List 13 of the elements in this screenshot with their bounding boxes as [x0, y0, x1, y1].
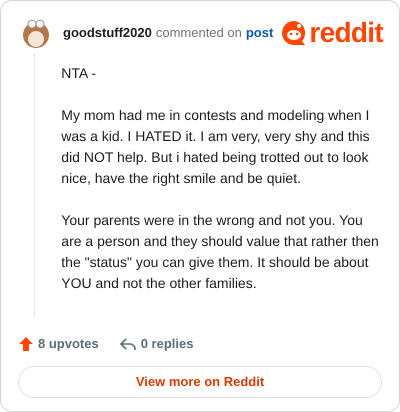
- view-more-button[interactable]: View more on Reddit: [18, 366, 382, 398]
- comment-paragraph: NTA -: [61, 64, 98, 83]
- action-text: commented on: [156, 24, 242, 42]
- reply-arrow-icon[interactable]: [118, 336, 137, 352]
- upvote-count: 8 upvotes: [38, 335, 99, 353]
- reply-count: 0 replies: [140, 335, 194, 353]
- alien-logo-icon: [281, 20, 308, 46]
- author-name[interactable]: goodstuff2020: [63, 23, 152, 43]
- comment-paragraph: Your parents were in the wrong and not you. You are a person and they should value that rather then the "status" you can give them. It should be about YOU and not the other families.: [61, 211, 380, 293]
- comment-paragraph: My mom had me in contests and modeling when I was a kid. I HATED it. I am very, very shy and this did NOT help. But i hated being trotted out to look nice, have the right smile and be quiet.: [61, 106, 371, 188]
- upvote-arrow-icon[interactable]: [18, 336, 34, 352]
- post-link[interactable]: post: [246, 23, 274, 43]
- logo-text: reddit: [309, 19, 383, 47]
